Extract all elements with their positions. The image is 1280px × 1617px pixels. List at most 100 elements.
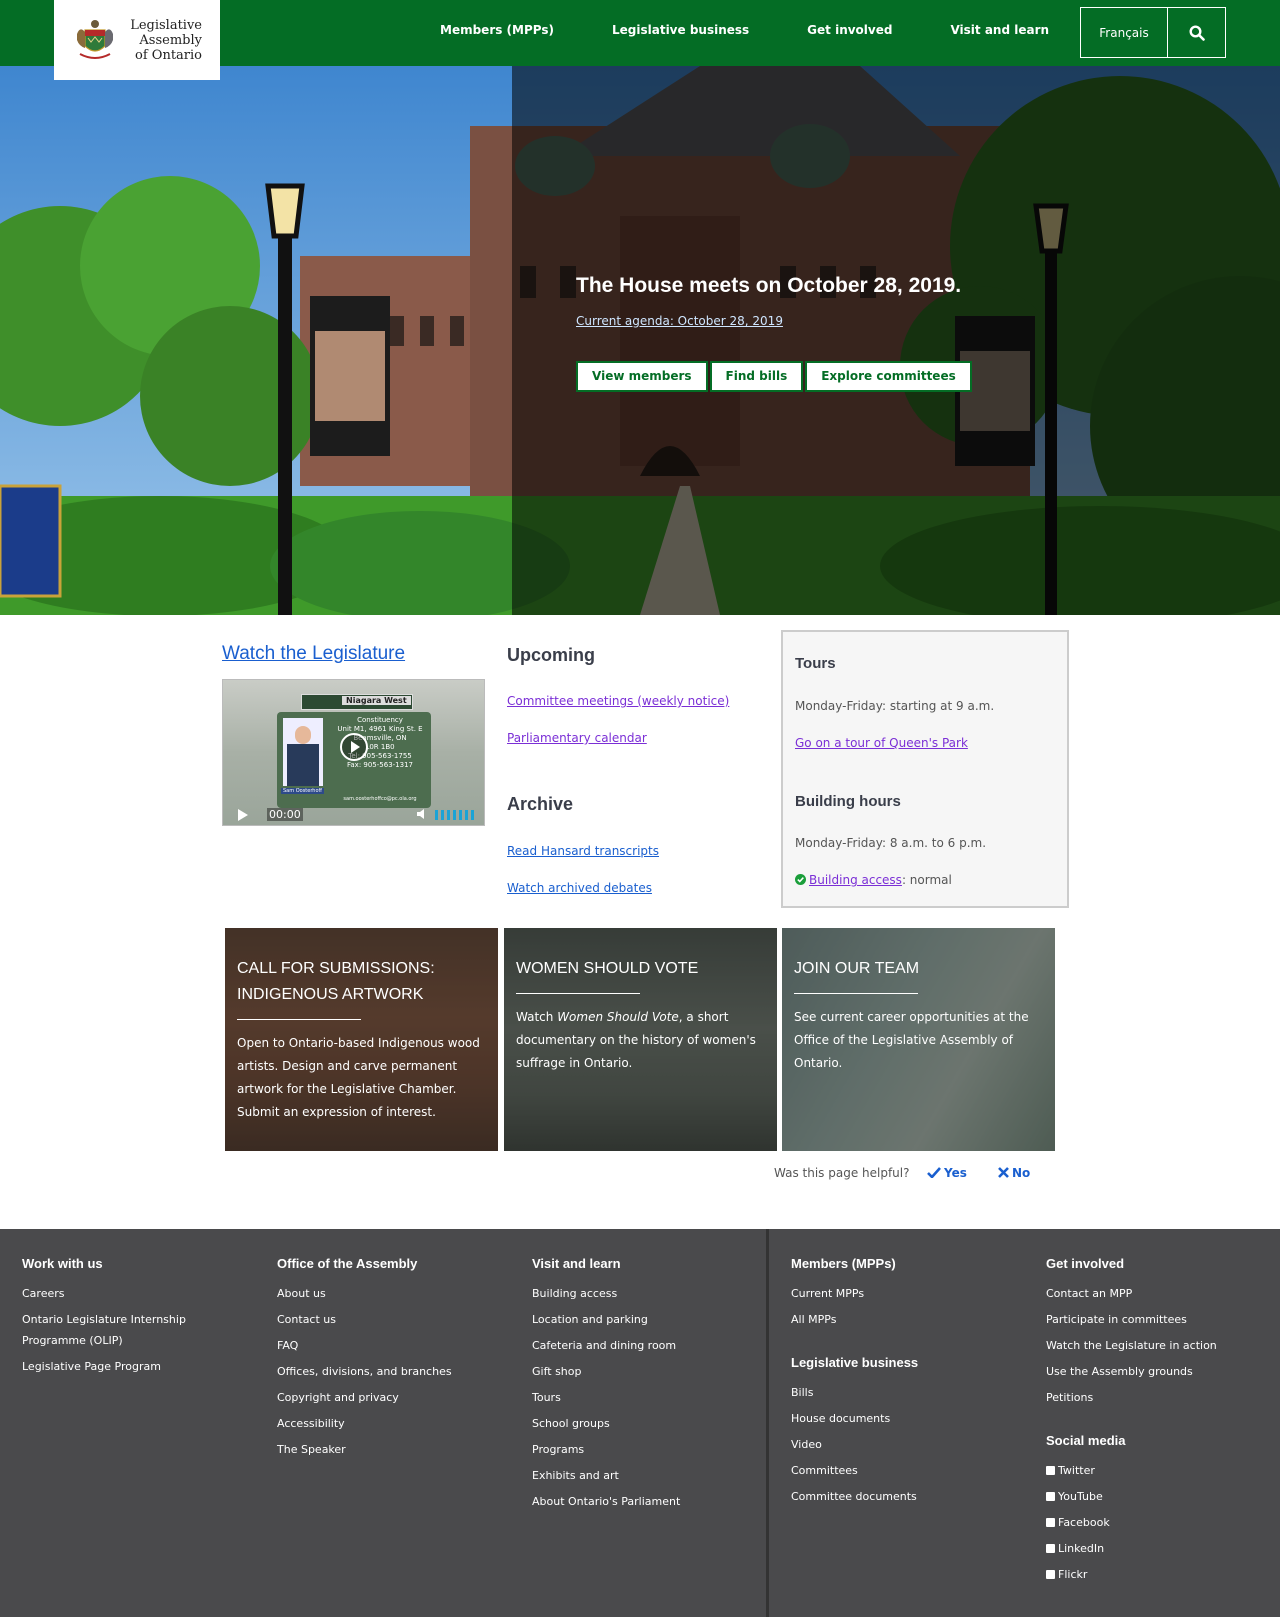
footer-link-contact-mpp[interactable]: Contact an MPP [1046,1287,1132,1300]
linkedin-icon [1046,1544,1055,1553]
footer-link-careers[interactable]: Careers [22,1287,65,1300]
upcoming-heading: Upcoming [507,645,595,665]
video-player[interactable]: Niagara West Sam Oosterhoff Constituency… [222,679,485,826]
check-circle-icon [795,874,806,885]
card-text: Open to Ontario-based Indigenous wood ar… [237,1036,480,1119]
footer-link-linkedin[interactable]: LinkedIn [1046,1542,1104,1555]
play-overlay-icon[interactable] [339,732,369,762]
card-text: See current career opportunities at the … [794,1010,1029,1070]
footer-link-youtube[interactable]: YouTube [1046,1490,1103,1503]
twitter-label: Twitter [1058,1464,1095,1477]
footer-link-tours[interactable]: Tours [532,1391,561,1404]
footer-link-programs[interactable]: Programs [532,1443,584,1456]
footer-link-all-mpps[interactable]: All MPPs [791,1313,836,1326]
footer-link-contact[interactable]: Contact us [277,1313,336,1326]
footer-link-committee-documents[interactable]: Committee documents [791,1490,917,1503]
nav-get-involved[interactable]: Get involved [807,23,892,37]
tours-hours: Monday-Friday: starting at 9 a.m. [795,699,995,713]
card-join-our-team[interactable]: Join our team See current career opportu… [782,928,1055,1151]
current-agenda-link[interactable]: Current agenda: October 28, 2019 [576,314,783,328]
footer-link-exhibits[interactable]: Exhibits and art [532,1469,619,1482]
footer-link-building-access[interactable]: Building access [532,1287,617,1300]
nav-members[interactable]: Members (MPPs) [440,23,554,37]
volume-level-bars[interactable] [435,808,475,820]
footer-link-olip[interactable]: Ontario Legislature Internship [22,1313,186,1326]
language-toggle-button[interactable]: Français [1080,7,1168,58]
watch-legislature-link[interactable]: Watch the Legislature [222,643,405,665]
footer-link-speaker[interactable]: The Speaker [277,1443,346,1456]
footer-link-olip-2[interactable]: Programme (OLIP) [22,1334,123,1347]
footer-link-facebook[interactable]: Facebook [1046,1516,1110,1529]
video-banner: Niagara West [301,694,413,710]
video-control-bar: 00:00 [223,804,484,825]
footer-link-copyright[interactable]: Copyright and privacy [277,1391,399,1404]
footer-link-bills[interactable]: Bills [791,1386,813,1399]
footer-link-gift-shop[interactable]: Gift shop [532,1365,581,1378]
card-women-should-vote[interactable]: Women should vote Watch Women Should Vot… [504,928,777,1151]
hero-content: The House meets on October 28, 2019. Cur… [576,274,1196,392]
footer-link-location[interactable]: Location and parking [532,1313,648,1326]
footer-link-flickr[interactable]: Flickr [1046,1568,1087,1581]
facebook-label: Facebook [1058,1516,1110,1529]
footer-heading-social: Social media [1046,1433,1126,1448]
footer-link-page-program[interactable]: Legislative Page Program [22,1360,161,1373]
footer-divider [766,1229,769,1617]
banner-text: Niagara West [342,696,411,705]
footer-link-faq[interactable]: FAQ [277,1339,298,1352]
footer-link-offices[interactable]: Offices, divisions, and branches [277,1365,452,1378]
card-divider [516,993,640,994]
committee-meetings-link[interactable]: Committee meetings (weekly notice) [507,694,729,708]
helpful-yes-button[interactable]: Yes [927,1166,967,1180]
volume-icon[interactable] [417,809,427,819]
footer-link-cafeteria[interactable]: Cafeteria and dining room [532,1339,676,1352]
twitter-icon [1046,1466,1055,1475]
footer-link-committees[interactable]: Committees [791,1464,858,1477]
hansard-transcripts-link[interactable]: Read Hansard transcripts [507,844,659,858]
tour-queens-park-link[interactable]: Go on a tour of Queen's Park [795,736,968,750]
no-label: No [1012,1166,1031,1180]
footer-link-twitter[interactable]: Twitter [1046,1464,1095,1477]
footer-link-house-documents[interactable]: House documents [791,1412,890,1425]
card-title: Women should vote [516,960,699,977]
logo-line: Legislative [130,17,202,33]
facebook-icon [1046,1518,1055,1527]
footer-link-about[interactable]: About us [277,1287,326,1300]
footer-link-participate[interactable]: Participate in committees [1046,1313,1187,1326]
flickr-label: Flickr [1058,1568,1088,1581]
footer-link-video[interactable]: Video [791,1438,822,1451]
archived-debates-link[interactable]: Watch archived debates [507,881,652,895]
card-indigenous-artwork[interactable]: Call for submissions: Indigenous artwork… [225,928,498,1151]
footer-link-petitions[interactable]: Petitions [1046,1391,1093,1404]
archive-heading: Archive [507,794,574,814]
building-access-link[interactable]: Building access [809,873,902,887]
hero-button-group: View members Find bills Explore committe… [576,361,1196,392]
nav-legislative-business[interactable]: Legislative business [612,23,749,37]
site-footer: Work with us Careers Ontario Legislature… [0,1229,1280,1617]
footer-link-school-groups[interactable]: School groups [532,1417,610,1430]
play-icon[interactable] [237,808,249,822]
footer-link-about-parliament[interactable]: About Ontario's Parliament [532,1495,680,1508]
footer-link-accessibility[interactable]: Accessibility [277,1417,345,1430]
contact-email: sam.oosterhoffco@pc.ola.org [343,796,417,802]
search-icon [1188,24,1205,41]
contact-line: Constituency [357,716,403,724]
search-button[interactable] [1168,7,1226,58]
footer-link-assembly-grounds[interactable]: Use the Assembly grounds [1046,1365,1193,1378]
footer-link-watch-legislature[interactable]: Watch the Legislature in action [1046,1339,1217,1352]
view-members-button[interactable]: View members [576,361,708,392]
site-logo[interactable]: Legislative Assembly of Ontario [54,0,220,80]
find-bills-button[interactable]: Find bills [709,361,804,392]
card-title: Join our team [794,960,920,977]
helpful-no-button[interactable]: No [998,1166,1030,1180]
linkedin-label: LinkedIn [1058,1542,1105,1555]
footer-heading-work: Work with us [22,1256,103,1271]
card-text-before: Watch [516,1010,558,1024]
explore-committees-button[interactable]: Explore committees [805,361,972,392]
parliamentary-calendar-link[interactable]: Parliamentary calendar [507,731,647,745]
footer-link-current-mpps[interactable]: Current MPPs [791,1287,864,1300]
nav-visit-and-learn[interactable]: Visit and learn [950,23,1049,37]
mpp-name: Sam Oosterhoff [281,788,324,794]
logo-line: of Ontario [135,47,202,63]
flickr-icon [1046,1570,1055,1579]
card-divider [237,1019,361,1020]
